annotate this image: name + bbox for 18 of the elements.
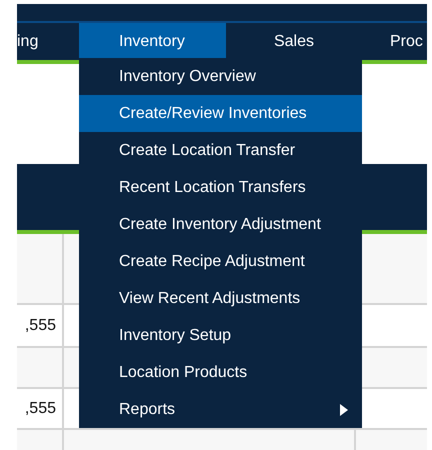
nav-tab[interactable]: ing <box>17 23 79 60</box>
table-cell: ,555 <box>17 305 62 346</box>
nav-tab[interactable]: Sales <box>226 23 362 60</box>
menu-item[interactable]: Inventory Setup <box>79 317 362 354</box>
nav-tab[interactable]: Proc <box>362 23 427 60</box>
menu-item[interactable]: Inventory Overview <box>79 58 362 95</box>
menu-item[interactable]: View Recent Adjustments <box>79 280 362 317</box>
menu-item[interactable]: Create Recipe Adjustment <box>79 243 362 280</box>
nav-tab[interactable]: Inventory <box>79 23 226 60</box>
table-cell <box>17 234 62 303</box>
menu-item[interactable]: Reports <box>79 391 362 428</box>
menu-item[interactable]: Location Products <box>79 354 362 391</box>
table-cell: ,555 <box>17 389 62 428</box>
table-cell <box>17 348 62 387</box>
menu-item[interactable]: Recent Location Transfers <box>79 169 362 206</box>
menu-item[interactable]: Create Location Transfer <box>79 132 362 169</box>
menu-item[interactable]: Create/Review Inventories <box>79 95 362 132</box>
menu-item[interactable]: Create Inventory Adjustment <box>79 206 362 243</box>
